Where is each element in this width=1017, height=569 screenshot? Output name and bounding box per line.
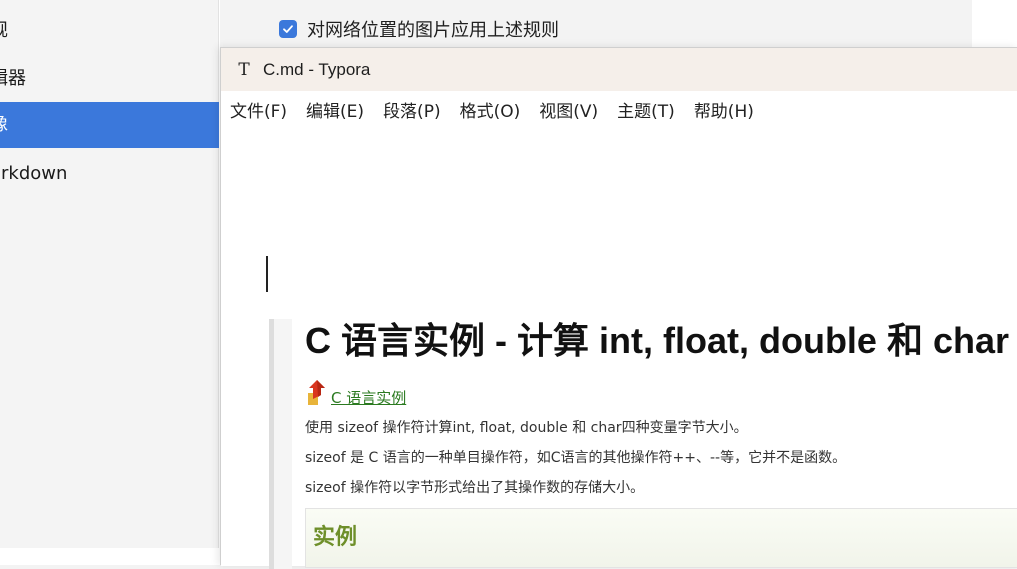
menu-format[interactable]: 格式(O) xyxy=(460,97,521,122)
menu-edit[interactable]: 编辑(E) xyxy=(306,97,364,122)
sidebar-item-label: 规 xyxy=(0,20,8,41)
typora-window: T C.md - Typora 文件(F) 编辑(E) 段落(P) 格式(O) … xyxy=(220,47,1017,569)
menu-bar: 文件(F) 编辑(E) 段落(P) 格式(O) 视图(V) 主题(T) 帮助(H… xyxy=(221,91,1017,127)
sidebar-item-editor[interactable]: 辑器 xyxy=(0,56,219,102)
network-images-checkbox[interactable] xyxy=(279,20,297,38)
article-paragraph: sizeof 是 C 语言的一种单目操作符，如C语言的其他操作符++、--等，它… xyxy=(305,450,847,466)
title-bar[interactable]: T C.md - Typora xyxy=(221,48,1017,91)
checkmark-icon xyxy=(283,25,293,33)
c-examples-link[interactable]: C 语言实例 xyxy=(331,389,406,407)
sidebar-item-label: 辑器 xyxy=(0,68,26,89)
sidebar-footer xyxy=(0,548,219,565)
menu-view[interactable]: 视图(V) xyxy=(539,97,598,122)
blockquote-gutter xyxy=(274,319,292,569)
example-box: 实例 xyxy=(305,508,1017,568)
window-title: C.md - Typora xyxy=(263,59,371,79)
article-heading: C 语言实例 - 计算 int, float, double 和 char xyxy=(305,320,1010,361)
sidebar-item-general[interactable]: 规 xyxy=(0,8,219,54)
typora-app-icon: T xyxy=(238,59,250,80)
article-paragraph: sizeof 操作符以字节形式给出了其操作数的存储大小。 xyxy=(305,480,645,496)
editor-area[interactable]: C 语言实例 - 计算 int, float, double 和 char C … xyxy=(221,127,1017,569)
up-arrow-icon xyxy=(305,379,329,407)
sidebar-item-label: 像 xyxy=(0,114,8,135)
sidebar-item-markdown[interactable]: arkdown xyxy=(0,151,219,197)
menu-theme[interactable]: 主题(T) xyxy=(617,97,675,122)
menu-help[interactable]: 帮助(H) xyxy=(694,97,754,122)
sidebar-item-label: arkdown xyxy=(0,163,68,184)
pasted-article: C 语言实例 - 计算 int, float, double 和 char C … xyxy=(305,317,1017,568)
breadcrumb: C 语言实例 xyxy=(305,379,1017,407)
article-paragraph: 使用 sizeof 操作符计算int, float, double 和 char… xyxy=(305,420,748,436)
preferences-content-edge xyxy=(972,0,1017,48)
example-title: 实例 xyxy=(313,525,358,550)
menu-file[interactable]: 文件(F) xyxy=(230,97,287,122)
network-images-label: 对网络位置的图片应用上述规则 xyxy=(307,20,559,41)
menu-paragraph[interactable]: 段落(P) xyxy=(383,97,441,122)
preferences-sidebar: 规 辑器 像 arkdown xyxy=(0,0,219,548)
text-cursor xyxy=(266,256,268,292)
sidebar-item-image[interactable]: 像 xyxy=(0,102,219,148)
network-images-option[interactable]: 对网络位置的图片应用上述规则 xyxy=(279,16,559,42)
